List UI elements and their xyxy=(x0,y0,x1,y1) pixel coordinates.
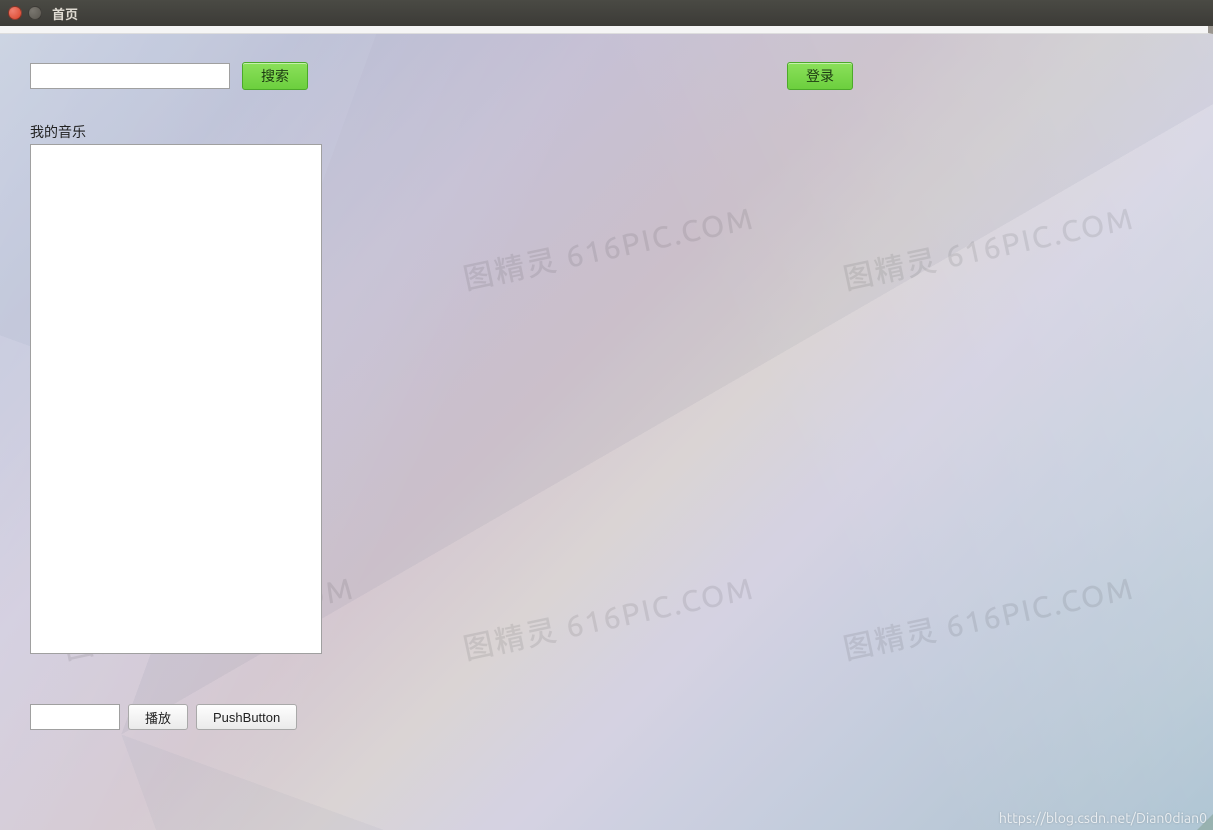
my-music-list[interactable] xyxy=(30,144,322,654)
minimize-icon[interactable] xyxy=(28,6,42,20)
play-button[interactable]: 播放 xyxy=(128,704,188,730)
resize-grip-icon[interactable] xyxy=(1197,814,1213,830)
search-input[interactable] xyxy=(30,63,230,89)
bottom-toolbar: 播放 PushButton xyxy=(30,704,297,730)
content-area: 图精灵 616PIC.COM 图精灵 616PIC.COM 图精灵 616PIC… xyxy=(0,34,1213,830)
close-icon[interactable] xyxy=(8,6,22,20)
push-button[interactable]: PushButton xyxy=(196,704,297,730)
toolbar-separator xyxy=(0,26,1213,34)
window-title: 首页 xyxy=(52,4,78,23)
window-titlebar: 首页 xyxy=(0,0,1213,26)
my-music-label: 我的音乐 xyxy=(30,122,86,142)
login-button[interactable]: 登录 xyxy=(787,62,853,90)
search-button[interactable]: 搜索 xyxy=(242,62,308,90)
track-input[interactable] xyxy=(30,704,120,730)
top-toolbar: 搜索 登录 xyxy=(30,62,1183,90)
footer-url-text: https://blog.csdn.net/Dian0dian0 xyxy=(999,810,1207,826)
window-controls xyxy=(8,6,42,20)
